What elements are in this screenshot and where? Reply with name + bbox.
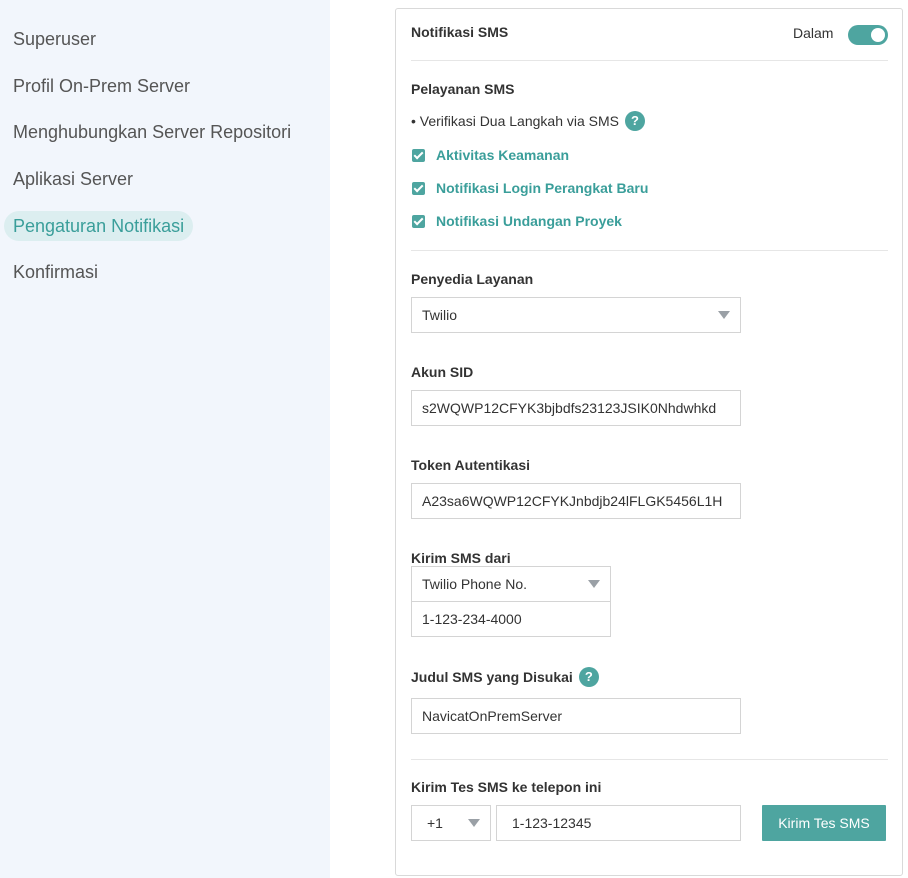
test-phone-input[interactable]: 1-123-12345	[496, 805, 741, 841]
checkbox-checked-icon[interactable]	[412, 181, 425, 195]
divider	[411, 759, 888, 760]
checkbox-checked-icon[interactable]	[412, 214, 425, 228]
provider-label: Penyedia Layanan	[411, 271, 534, 287]
sms-service-title: Pelayanan SMS	[411, 81, 515, 97]
test-sms-label: Kirim Tes SMS ke telepon ini	[411, 779, 602, 795]
panel-title: Notifikasi SMS	[411, 24, 509, 40]
send-from-number-value: 1-123-234-4000	[422, 611, 522, 627]
sidebar-item-on-prem-profile[interactable]: Profil On-Prem Server	[4, 71, 199, 101]
chevron-down-icon	[718, 311, 730, 319]
sms-notification-panel: Notifikasi SMS Dalam Pelayanan SMS • Ver…	[395, 8, 903, 876]
sidebar-item-connect-repository[interactable]: Menghubungkan Server Repositori	[4, 117, 300, 147]
preferred-title-row: Judul SMS yang Disukai ?	[411, 667, 599, 687]
sidebar-item-server-apps[interactable]: Aplikasi Server	[4, 164, 142, 194]
check-new-device-login[interactable]: Notifikasi Login Perangkat Baru	[412, 179, 648, 197]
two-step-label: • Verifikasi Dua Langkah via SMS	[411, 113, 620, 129]
preferred-title-input[interactable]: NavicatOnPremServer	[411, 698, 741, 734]
check-security-activity[interactable]: Aktivitas Keamanan	[412, 146, 569, 164]
preferred-title-value: NavicatOnPremServer	[422, 708, 563, 724]
send-from-type-select[interactable]: Twilio Phone No.	[411, 566, 611, 602]
two-step-row: • Verifikasi Dua Langkah via SMS ?	[411, 111, 646, 131]
sidebar-item-notification-settings[interactable]: Pengaturan Notifikasi	[4, 211, 194, 241]
help-icon[interactable]: ?	[578, 667, 599, 687]
account-sid-value: s2WQWP12CFYK3bjbdfs23123JSIK0Nhdwhkd	[422, 400, 717, 416]
provider-value: Twilio	[422, 307, 458, 323]
send-test-sms-button[interactable]: Kirim Tes SMS	[762, 805, 886, 841]
country-code-value: +1	[427, 815, 443, 831]
sidebar-item-confirmation[interactable]: Konfirmasi	[4, 257, 107, 287]
divider	[411, 250, 888, 251]
send-from-type-value: Twilio Phone No.	[422, 576, 528, 592]
chevron-down-icon	[588, 580, 600, 588]
help-icon[interactable]: ?	[625, 111, 646, 131]
auth-token-label: Token Autentikasi	[411, 457, 531, 473]
checkbox-checked-icon[interactable]	[412, 148, 425, 162]
divider	[411, 60, 888, 61]
check-label: Aktivitas Keamanan	[436, 147, 570, 163]
sidebar: Superuser Profil On-Prem Server Menghubu…	[0, 0, 330, 878]
check-project-invite[interactable]: Notifikasi Undangan Proyek	[412, 212, 622, 230]
auth-token-input[interactable]: A23sa6WQWP12CFYKJnbdjb24lFLGK5456L1H	[411, 483, 741, 519]
send-from-label: Kirim SMS dari	[411, 550, 511, 566]
send-from-number-input[interactable]: 1-123-234-4000	[411, 601, 611, 637]
sidebar-item-superuser[interactable]: Superuser	[4, 24, 105, 54]
preferred-title-label: Judul SMS yang Disukai	[411, 669, 573, 685]
provider-select[interactable]: Twilio	[411, 297, 741, 333]
check-label: Notifikasi Undangan Proyek	[436, 213, 622, 229]
account-sid-input[interactable]: s2WQWP12CFYK3bjbdfs23123JSIK0Nhdwhkd	[411, 390, 741, 426]
toggle-label: Dalam	[793, 25, 834, 41]
check-label: Notifikasi Login Perangkat Baru	[436, 180, 649, 196]
country-code-select[interactable]: +1	[411, 805, 491, 841]
test-phone-value: 1-123-12345	[512, 815, 592, 831]
toggle-knob	[871, 28, 885, 42]
sms-enable-toggle[interactable]	[848, 25, 888, 45]
chevron-down-icon	[468, 819, 480, 827]
account-sid-label: Akun SID	[411, 364, 474, 380]
auth-token-value: A23sa6WQWP12CFYKJnbdjb24lFLGK5456L1H	[422, 493, 723, 509]
